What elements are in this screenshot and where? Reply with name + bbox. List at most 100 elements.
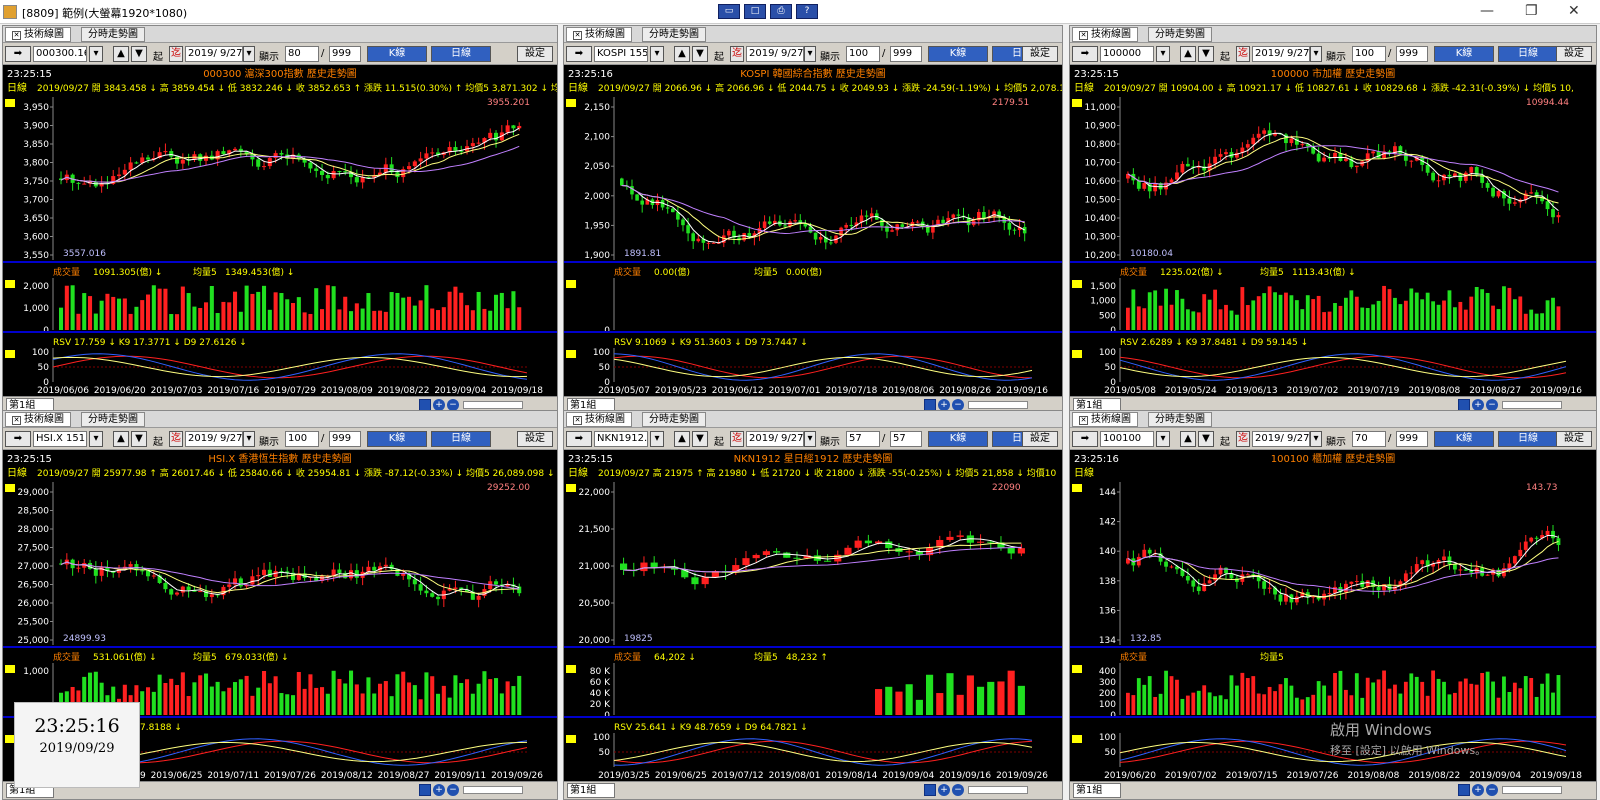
grid-icon[interactable] — [1458, 784, 1470, 796]
close-icon[interactable]: ✕ — [12, 31, 21, 40]
max-count-input[interactable]: 999 — [1396, 431, 1428, 447]
date-dropdown-icon[interactable]: ▾ — [804, 46, 816, 62]
end-button[interactable]: 迄 — [730, 46, 744, 62]
show-count-input[interactable]: 57 — [846, 431, 880, 447]
tab-tech-chart[interactable]: ✕ 技術線圖 — [5, 412, 71, 427]
up-arrow-icon[interactable]: ▲ — [674, 46, 690, 62]
date-input[interactable]: 2019/ 9/27 — [746, 46, 804, 62]
tab-tech-chart[interactable]: ✕ 技術線圖 — [566, 27, 632, 42]
tab-minute-chart[interactable]: 分時走勢圖 — [1148, 412, 1212, 427]
end-button[interactable]: 迄 — [1236, 46, 1250, 62]
end-button[interactable]: 迄 — [730, 431, 744, 447]
symbol-dropdown-icon[interactable]: ▾ — [89, 431, 103, 447]
settings-button[interactable]: 設定 — [1022, 46, 1058, 62]
help-icon[interactable]: ? — [796, 4, 818, 19]
zoom-out-icon[interactable]: − — [447, 784, 459, 796]
show-count-input[interactable]: 80 — [285, 46, 319, 62]
down-arrow-icon[interactable]: ▼ — [692, 431, 708, 447]
settings-button[interactable]: 設定 — [517, 431, 553, 447]
scroll-slider[interactable] — [968, 401, 1028, 409]
kline-button[interactable]: K線 — [928, 46, 988, 62]
date-input[interactable]: 2019/ 9/27 — [185, 431, 243, 447]
down-arrow-icon[interactable]: ▼ — [692, 46, 708, 62]
grid-icon[interactable] — [419, 784, 431, 796]
scroll-slider[interactable] — [463, 401, 523, 409]
max-count-input[interactable]: 999 — [1396, 46, 1428, 62]
zoom-in-icon[interactable]: + — [1472, 784, 1484, 796]
date-dropdown-icon[interactable]: ▾ — [1310, 46, 1322, 62]
date-input[interactable]: 2019/ 9/27 — [746, 431, 804, 447]
arrow-icon[interactable]: ➡ — [5, 431, 31, 447]
close-button[interactable]: ✕ — [1568, 3, 1580, 19]
kline-button[interactable]: K線 — [367, 46, 427, 62]
minimize-button[interactable]: — — [1480, 3, 1494, 19]
monitor-icon[interactable]: ▭ — [718, 4, 740, 19]
arrow-icon[interactable]: ➡ — [566, 46, 592, 62]
date-dropdown-icon[interactable]: ▾ — [1310, 431, 1322, 447]
kline-button[interactable]: K線 — [1434, 431, 1494, 447]
up-arrow-icon[interactable]: ▲ — [674, 431, 690, 447]
up-arrow-icon[interactable]: ▲ — [1180, 431, 1196, 447]
settings-button[interactable]: 設定 — [1556, 431, 1592, 447]
max-count-input[interactable]: 999 — [890, 46, 922, 62]
max-count-input[interactable]: 999 — [329, 46, 361, 62]
end-button[interactable]: 迄 — [169, 46, 183, 62]
symbol-dropdown-icon[interactable]: ▾ — [650, 46, 664, 62]
tab-minute-chart[interactable]: 分時走勢圖 — [642, 412, 706, 427]
show-count-input[interactable]: 70 — [1352, 431, 1386, 447]
down-arrow-icon[interactable]: ▼ — [131, 46, 147, 62]
close-icon[interactable]: ✕ — [1079, 416, 1088, 425]
symbol-input[interactable]: HSI.X 151 — [33, 431, 87, 447]
zoom-in-icon[interactable]: + — [433, 784, 445, 796]
grid-icon[interactable] — [924, 784, 936, 796]
tab-minute-chart[interactable]: 分時走勢圖 — [81, 27, 145, 42]
symbol-dropdown-icon[interactable]: ▾ — [650, 431, 664, 447]
group-select[interactable]: 第1組 — [567, 783, 615, 798]
max-count-input[interactable]: 57 — [890, 431, 922, 447]
show-count-input[interactable]: 100 — [1352, 46, 1386, 62]
zoom-out-icon[interactable]: − — [952, 784, 964, 796]
zoom-out-icon[interactable]: − — [1486, 784, 1498, 796]
tab-tech-chart[interactable]: ✕ 技術線圖 — [1072, 27, 1138, 42]
close-icon[interactable]: ✕ — [573, 31, 582, 40]
kline-button[interactable]: K線 — [928, 431, 988, 447]
arrow-icon[interactable]: ➡ — [1072, 46, 1098, 62]
down-arrow-icon[interactable]: ▼ — [1198, 46, 1214, 62]
arrow-icon[interactable]: ➡ — [5, 46, 31, 62]
show-count-input[interactable]: 100 — [846, 46, 880, 62]
date-dropdown-icon[interactable]: ▾ — [243, 46, 255, 62]
tab-minute-chart[interactable]: 分時走勢圖 — [1148, 27, 1212, 42]
end-button[interactable]: 迄 — [1236, 431, 1250, 447]
kline-button[interactable]: K線 — [1434, 46, 1494, 62]
symbol-input[interactable]: KOSPI 155 — [594, 46, 648, 62]
tab-tech-chart[interactable]: ✕ 技術線圖 — [5, 27, 71, 42]
symbol-dropdown-icon[interactable]: ▾ — [89, 46, 103, 62]
period-button[interactable]: 日線 — [431, 46, 491, 62]
date-dropdown-icon[interactable]: ▾ — [804, 431, 816, 447]
end-button[interactable]: 迄 — [169, 431, 183, 447]
print-icon[interactable]: ⎙ — [770, 4, 792, 19]
symbol-input[interactable]: 100100 — [1100, 431, 1154, 447]
down-arrow-icon[interactable]: ▼ — [1198, 431, 1214, 447]
tab-minute-chart[interactable]: 分時走勢圖 — [642, 27, 706, 42]
kline-button[interactable]: K線 — [367, 431, 427, 447]
max-count-input[interactable]: 999 — [329, 431, 361, 447]
restore-button[interactable]: ❐ — [1525, 3, 1538, 19]
tab-tech-chart[interactable]: ✕ 技術線圖 — [566, 412, 632, 427]
zoom-in-icon[interactable]: + — [938, 784, 950, 796]
date-input[interactable]: 2019/ 9/27 — [185, 46, 243, 62]
scroll-slider[interactable] — [968, 786, 1028, 794]
show-count-input[interactable]: 100 — [285, 431, 319, 447]
symbol-input[interactable]: 100000 — [1100, 46, 1154, 62]
period-button[interactable]: 日線 — [431, 431, 491, 447]
settings-button[interactable]: 設定 — [517, 46, 553, 62]
symbol-dropdown-icon[interactable]: ▾ — [1156, 46, 1170, 62]
date-input[interactable]: 2019/ 9/27 — [1252, 46, 1310, 62]
close-icon[interactable]: ✕ — [573, 416, 582, 425]
scroll-slider[interactable] — [463, 786, 523, 794]
close-icon[interactable]: ✕ — [12, 416, 21, 425]
period-button[interactable]: 日線 — [1498, 46, 1558, 62]
up-arrow-icon[interactable]: ▲ — [113, 431, 129, 447]
group-select[interactable]: 第1組 — [1073, 783, 1121, 798]
date-input[interactable]: 2019/ 9/27 — [1252, 431, 1310, 447]
